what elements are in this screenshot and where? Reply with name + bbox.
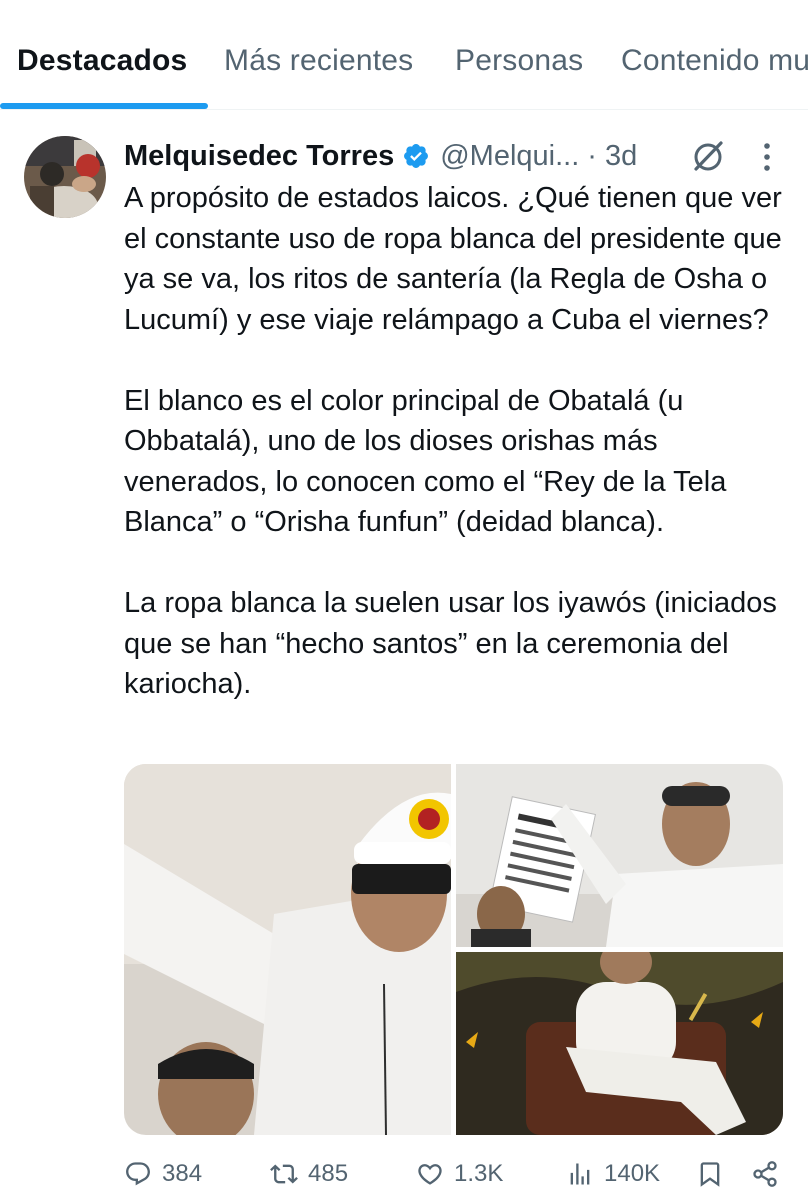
tweet-paragraph: La ropa blanca la suelen usar los iyawós… — [124, 587, 777, 700]
like-button[interactable]: 1.3K — [416, 1152, 503, 1196]
repost-icon — [270, 1164, 298, 1184]
bookmark-icon — [700, 1162, 720, 1187]
tweet-photo[interactable] — [456, 952, 783, 1135]
repost-button[interactable]: 485 — [270, 1152, 348, 1196]
tweet-header: Melquisedec Torres @Melqui... · 3d — [124, 136, 637, 176]
tweet-timestamp[interactable]: 3d — [605, 140, 637, 173]
like-count: 1.3K — [454, 1160, 504, 1187]
share-icon — [753, 1161, 777, 1187]
bookmark-button[interactable] — [696, 1152, 724, 1196]
meta-separator: · — [587, 139, 597, 172]
verified-badge-icon — [404, 144, 429, 168]
active-tab-indicator — [0, 103, 208, 109]
share-button[interactable] — [751, 1152, 779, 1196]
author-name[interactable]: Melquisedec Torres — [124, 140, 394, 173]
tab-destacados[interactable]: Destacados — [17, 44, 187, 78]
tweet-paragraph: El blanco es el color principal de Obata… — [124, 384, 727, 539]
reply-count: 384 — [162, 1160, 203, 1187]
tweet-actions: 384 485 1.3K 140K — [124, 1152, 794, 1196]
views-icon — [570, 1163, 590, 1185]
tab-personas[interactable]: Personas — [455, 44, 583, 78]
tweet-photo[interactable] — [456, 764, 783, 947]
reply-button[interactable]: 384 — [124, 1152, 202, 1196]
reply-icon — [126, 1162, 150, 1186]
like-icon — [418, 1164, 442, 1185]
views-count: 140K — [604, 1160, 661, 1187]
search-tabs: Destacados Más recientes Personas Conten… — [0, 0, 808, 110]
tab-contenido-multimedia[interactable]: Contenido mu — [621, 44, 808, 78]
author-handle[interactable]: @Melqui... — [440, 140, 579, 173]
grok-icon[interactable] — [690, 138, 726, 174]
avatar[interactable] — [24, 136, 106, 218]
tweet-paragraph: A propósito de estados laicos. ¿Qué tien… — [124, 182, 782, 336]
tab-mas-recientes[interactable]: Más recientes — [224, 44, 413, 78]
more-vertical-icon[interactable] — [752, 140, 782, 174]
tweet-media-grid — [124, 764, 783, 1135]
tweet-photo[interactable] — [124, 764, 451, 1135]
tweet-text: A propósito de estados laicos. ¿Qué tien… — [124, 178, 794, 705]
views-button[interactable]: 140K — [566, 1152, 660, 1196]
repost-count: 485 — [308, 1160, 349, 1187]
